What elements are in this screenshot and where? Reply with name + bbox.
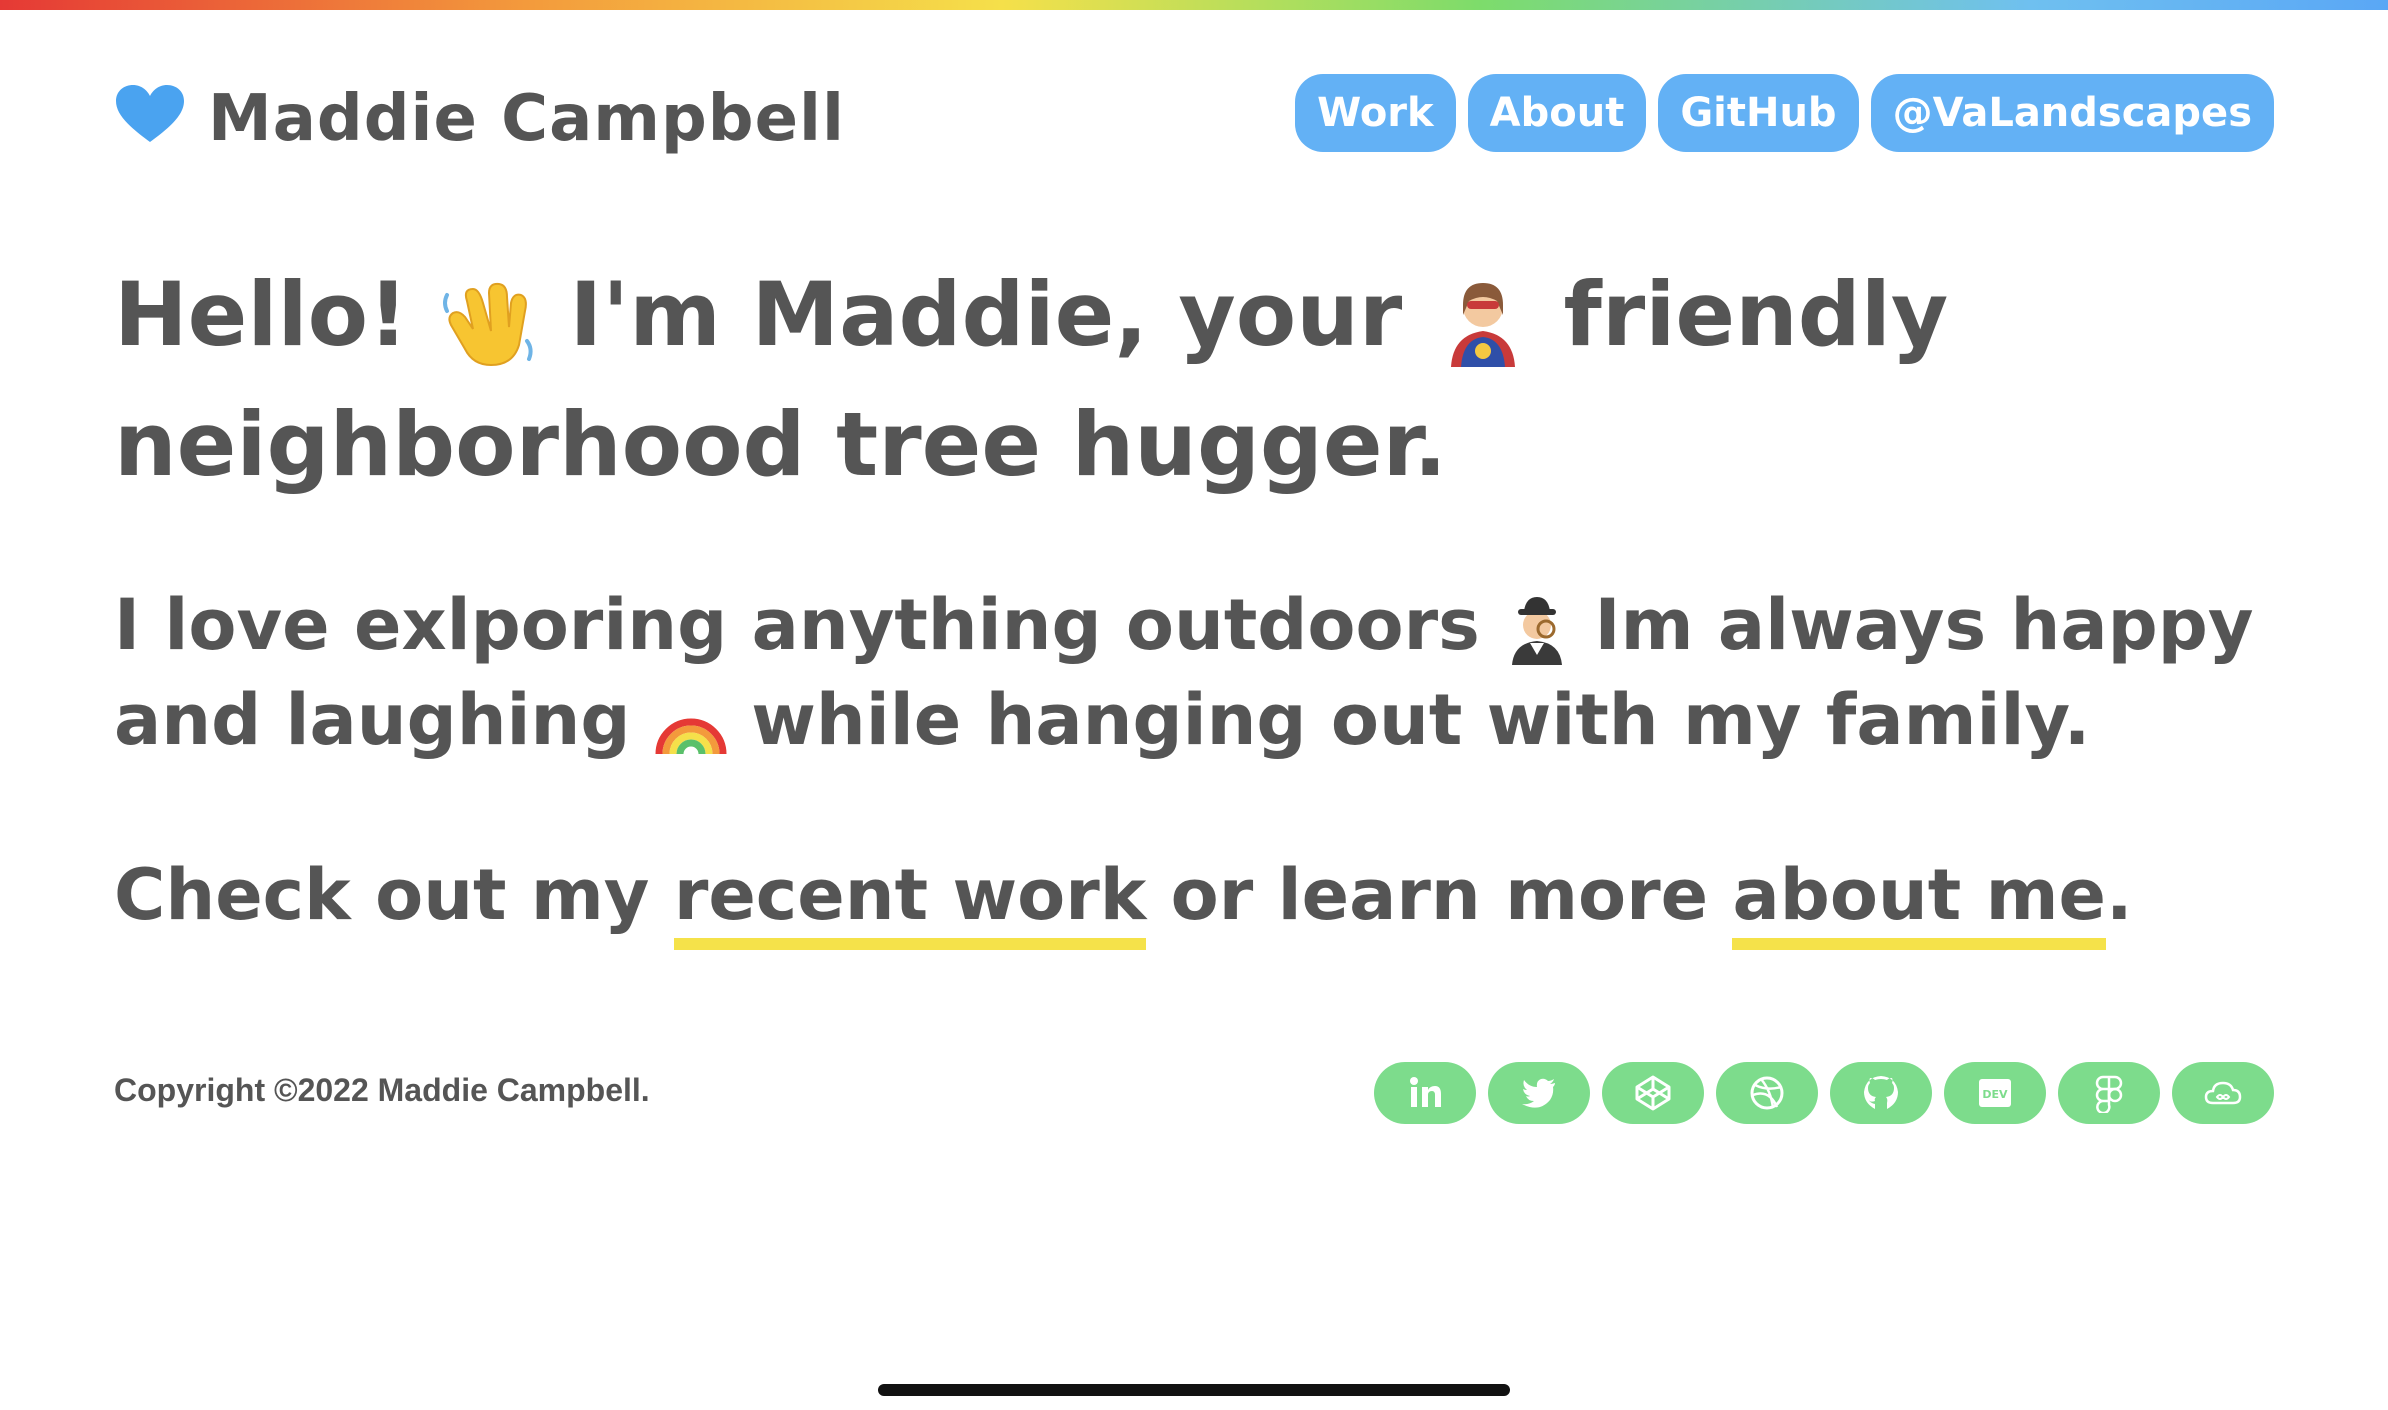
nav-about[interactable]: About bbox=[1467, 74, 1647, 152]
codepen-icon bbox=[1635, 1075, 1671, 1111]
dev-icon: DEV bbox=[1979, 1079, 2011, 1107]
hero-text-2: I'm Maddie, your bbox=[569, 263, 1403, 366]
cta-suffix: . bbox=[2106, 854, 2133, 936]
home-indicator[interactable] bbox=[878, 1384, 1510, 1396]
about-me-link[interactable]: about me bbox=[1732, 854, 2106, 950]
cloud-icon bbox=[2204, 1081, 2242, 1105]
dev-link[interactable]: DEV bbox=[1944, 1062, 2046, 1124]
hero-heading: Hello! I'm Maddie, your friendly neighbo… bbox=[114, 250, 2274, 510]
cta-middle: or learn more bbox=[1170, 854, 1709, 936]
rainbow-top-bar bbox=[0, 0, 2388, 10]
waving-hand-icon bbox=[442, 283, 533, 367]
codepen-link[interactable] bbox=[1602, 1062, 1704, 1124]
social-links: DEV bbox=[1374, 1062, 2274, 1124]
intro-text-3: while hanging out with my family. bbox=[751, 679, 2091, 761]
dribbble-link[interactable] bbox=[1716, 1062, 1818, 1124]
github-link[interactable] bbox=[1830, 1062, 1932, 1124]
detective-woman-icon bbox=[1512, 596, 1563, 665]
main-nav: Work About GitHub @VaLandscapes bbox=[1295, 74, 2274, 152]
brand-name: Maddie Campbell bbox=[208, 82, 845, 156]
blue-heart-icon bbox=[116, 85, 184, 142]
dev-icon-label: DEV bbox=[1982, 1088, 2008, 1101]
hero-text-1: Hello! bbox=[114, 263, 409, 366]
linkedin-link[interactable] bbox=[1374, 1062, 1476, 1124]
copyright-text: Copyright ©2022 Maddie Campbell. bbox=[114, 1072, 650, 1108]
github-icon bbox=[1864, 1076, 1898, 1109]
figma-icon bbox=[2095, 1075, 2123, 1113]
cloud-link[interactable] bbox=[2172, 1062, 2274, 1124]
nav-twitter-handle[interactable]: @VaLandscapes bbox=[1870, 74, 2274, 152]
twitter-link[interactable] bbox=[1488, 1062, 1590, 1124]
intro-text-1: I love exlporing anything outdoors bbox=[114, 584, 1480, 666]
brand[interactable]: Maddie Campbell bbox=[114, 74, 845, 164]
intro-paragraph: I love exlporing anything outdoors Im al… bbox=[114, 578, 2314, 768]
rainbow-icon bbox=[655, 718, 727, 755]
site-header: Maddie Campbell Work About GitHub @VaLan… bbox=[114, 74, 2274, 164]
cta-prefix: Check out my bbox=[114, 854, 650, 936]
dribbble-icon bbox=[1750, 1076, 1784, 1110]
cta-paragraph: Check out my recent work or learn more a… bbox=[114, 848, 2314, 950]
recent-work-link[interactable]: recent work bbox=[673, 854, 1147, 950]
site-footer: Copyright ©2022 Maddie Campbell. DEV bbox=[114, 1062, 2274, 1128]
nav-github[interactable]: GitHub bbox=[1658, 74, 1859, 152]
figma-link[interactable] bbox=[2058, 1062, 2160, 1124]
superhero-woman-icon bbox=[1450, 283, 1515, 368]
nav-work[interactable]: Work bbox=[1295, 74, 1456, 152]
linkedin-icon bbox=[1410, 1077, 1441, 1107]
twitter-icon bbox=[1522, 1078, 1555, 1108]
